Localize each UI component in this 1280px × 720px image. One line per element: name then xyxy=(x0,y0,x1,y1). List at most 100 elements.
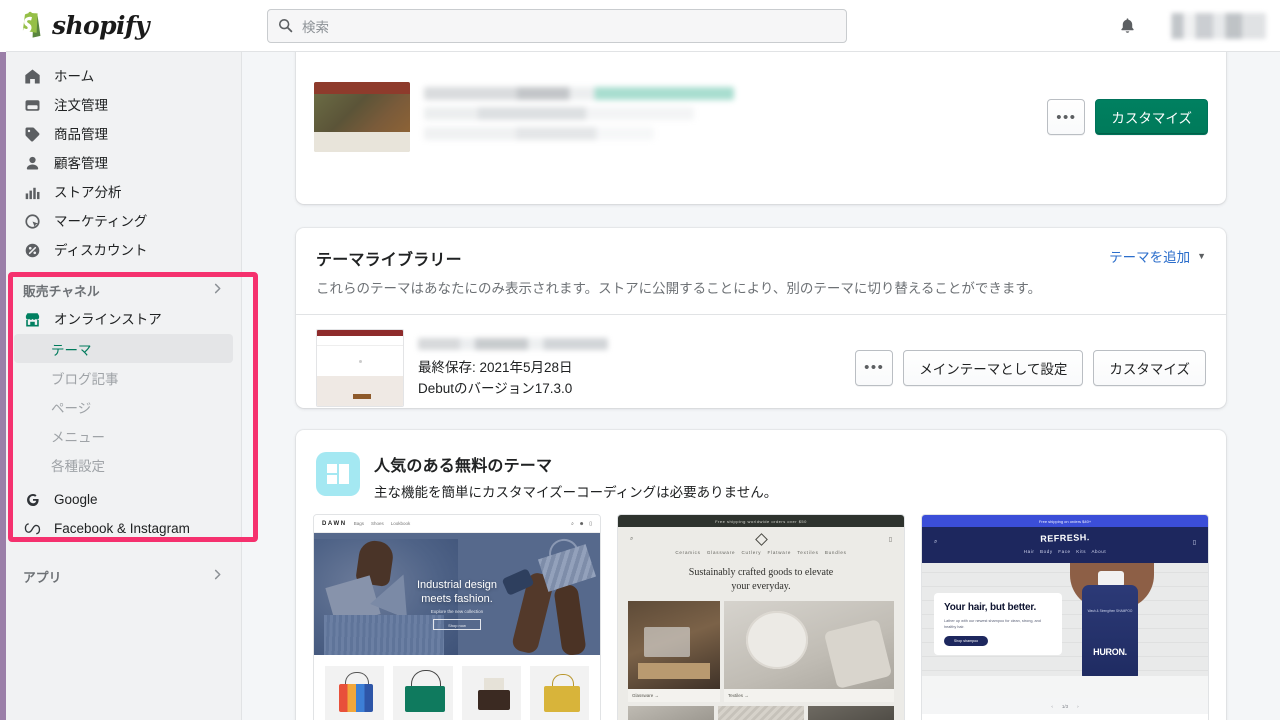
sidebar-item-marketing[interactable]: マーケティング xyxy=(14,207,233,236)
sidebar-item-analytics[interactable]: ストア分析 xyxy=(14,178,233,207)
free-theme-card-dawn[interactable]: DAWN Bags Shoes Lookbook ⌕ ☻ ▯ Industria… xyxy=(313,514,601,720)
refresh-pager: ‹ 1/3 › xyxy=(922,698,1208,714)
sidebar-item-customers[interactable]: 顧客管理 xyxy=(14,149,233,178)
library-theme-meta: 最終保存: 2021年5月28日 Debutのバージョン17.3.0 xyxy=(418,336,608,400)
sidebar-item-home[interactable]: ホーム xyxy=(14,62,233,91)
dawn-product-4 xyxy=(529,666,589,720)
craft-thumb-1 xyxy=(628,706,714,720)
search-icon xyxy=(278,18,293,33)
craft-thumb-3 xyxy=(808,706,894,720)
craft-hero-heading: Sustainably crafted goods to elevate you… xyxy=(618,566,904,593)
orders-inbox-icon xyxy=(23,96,42,115)
refresh-nav-link-5: About xyxy=(1091,549,1107,554)
sidebar-apps-label: アプリ xyxy=(23,569,62,585)
craft-caption-2: Textiles → xyxy=(724,689,894,702)
cart-icon: ▯ xyxy=(589,520,592,527)
dawn-hero-line1: Industrial design xyxy=(416,579,498,591)
sidebar-nav: ホーム 注文管理 商品管理 顧客管理 ストア分析 マーケティング ディスカウント… xyxy=(6,52,258,720)
library-theme-actions: ••• メインテーマとして設定 カスタマイズ xyxy=(855,349,1206,386)
sidebar-item-themes-label: テーマ xyxy=(51,342,92,358)
current-theme-actions: ••• カスタマイズ xyxy=(1047,99,1208,135)
chevron-right-icon xyxy=(211,282,224,298)
refresh-logo: REFRESH. xyxy=(1040,532,1090,544)
global-search[interactable]: 検索 xyxy=(267,8,847,43)
sidebar-item-pages[interactable]: ページ xyxy=(14,392,233,421)
sidebar-item-blog-posts[interactable]: ブログ記事 xyxy=(14,363,233,392)
craft-hero-line2: your everyday. xyxy=(731,580,791,592)
dawn-nav-link-1: Bags xyxy=(353,521,364,526)
sidebar-item-analytics-label: ストア分析 xyxy=(54,184,122,200)
sidebar-item-customers-label: 顧客管理 xyxy=(54,155,108,171)
current-theme-more-button[interactable]: ••• xyxy=(1047,99,1086,135)
sidebar-item-blog-posts-label: ブログ記事 xyxy=(51,371,119,387)
chevron-left-icon: ‹ xyxy=(1051,703,1053,709)
free-theme-card-refresh[interactable]: Free shipping on orders $40+ ⌕ ▯ REFRESH… xyxy=(921,514,1209,720)
current-theme-meta xyxy=(424,87,1047,147)
add-theme-button[interactable]: テーマを追加 ▼ xyxy=(1109,246,1206,266)
account-menu[interactable] xyxy=(1156,12,1266,39)
window-edge-strip-top xyxy=(0,0,6,52)
library-theme-set-main-button[interactable]: メインテーマとして設定 xyxy=(903,349,1084,386)
search-icon: ⌕ xyxy=(630,536,634,542)
bell-icon xyxy=(1120,17,1134,33)
sidebar-item-navigation-label: メニュー xyxy=(51,429,105,445)
craft-announcement: Free shipping worldwide orders over $50 xyxy=(618,515,904,527)
library-theme-more-button[interactable]: ••• xyxy=(855,349,894,386)
account-icon: ☻ xyxy=(578,520,585,527)
sidebar-item-google[interactable]: Google xyxy=(14,485,233,514)
sidebar-divider xyxy=(6,265,241,275)
craft-nav-link-1: Ceramics xyxy=(675,550,701,555)
craft-preview-top: ⌕ ▯ xyxy=(618,527,904,546)
dawn-nav-link-2: Shoes xyxy=(371,521,384,526)
free-theme-card-craft[interactable]: Free shipping worldwide orders over $50 … xyxy=(617,514,905,720)
theme-library-title: テーマライブラリー xyxy=(316,252,462,269)
search-input[interactable]: 検索 xyxy=(267,8,847,43)
current-theme-detail-redacted xyxy=(424,107,694,120)
library-theme-thumbnail xyxy=(316,328,404,407)
sidebar-item-discounts-label: ディスカウント xyxy=(54,242,148,258)
library-theme-customize-button[interactable]: カスタマイズ xyxy=(1093,349,1206,386)
shopify-logo[interactable]: shopify xyxy=(0,0,240,52)
discount-percent-icon xyxy=(23,241,42,260)
refresh-foam xyxy=(922,676,1208,698)
craft-grid-cell-2: Textiles → xyxy=(724,601,894,702)
theme-library-description: これらのテーマはあなたにのみ表示されます。ストアに公開することにより、別のテーマ… xyxy=(316,281,1042,296)
sidebar-item-facebook-instagram[interactable]: Facebook & Instagram xyxy=(14,514,233,543)
sidebar-section-sales-channels[interactable]: 販売チャネル xyxy=(14,275,233,305)
sidebar-item-navigation[interactable]: メニュー xyxy=(14,421,233,450)
refresh-product-label: Wash & Strengthen SHAMPOO xyxy=(1087,609,1133,613)
sidebar-item-home-label: ホーム xyxy=(54,68,95,84)
sidebar-item-orders-label: 注文管理 xyxy=(54,97,108,113)
marketing-target-icon xyxy=(23,212,42,231)
theme-library-card: テーマライブラリー テーマを追加 ▼ これらのテーマはあなたにのみ表示されます。… xyxy=(296,228,1226,408)
sidebar-item-online-store[interactable]: オンラインストア xyxy=(14,305,233,334)
theme-library-header: テーマライブラリー テーマを追加 ▼ xyxy=(296,228,1226,270)
library-theme-version: Debutのバージョン17.3.0 xyxy=(418,380,573,396)
sidebar-item-discounts[interactable]: ディスカウント xyxy=(14,236,233,265)
sidebar-item-themes[interactable]: テーマ xyxy=(14,334,233,363)
dawn-product-1 xyxy=(325,666,385,720)
sidebar-item-orders[interactable]: 注文管理 xyxy=(14,91,233,120)
sales-channels-label: 販売チャネル xyxy=(23,283,100,299)
refresh-hero-button-label: Shop shampoo xyxy=(953,639,979,644)
dawn-hero-line2: meets fashion. xyxy=(421,592,493,605)
sidebar-item-products[interactable]: 商品管理 xyxy=(14,120,233,149)
craft-grid-cell-1: Glassware → xyxy=(628,601,720,702)
current-theme-customize-button[interactable]: カスタマイズ xyxy=(1095,99,1208,135)
craft-hero-line1: Sustainably crafted goods to elevate xyxy=(688,567,834,578)
search-icon: ⌕ xyxy=(571,520,574,527)
refresh-pager-label: 1/3 xyxy=(1061,703,1069,709)
chevron-right-icon xyxy=(211,568,224,584)
current-theme-name-redacted xyxy=(424,87,734,100)
search-placeholder: 検索 xyxy=(302,19,329,35)
product-tag-icon xyxy=(23,125,42,144)
free-themes-header: 人気のある無料のテーマ 主な機能を簡単にカスタマイズーコーディングは必要ありませ… xyxy=(296,430,1226,501)
dawn-product-3 xyxy=(461,666,521,720)
sidebar-item-preferences[interactable]: 各種設定 xyxy=(14,450,233,479)
free-themes-subtitle: 主な機能を簡単にカスタマイズーコーディングは必要ありません。 xyxy=(374,485,778,500)
sidebar-item-marketing-label: マーケティング xyxy=(54,213,148,229)
dawn-hero-button: Shop now xyxy=(433,619,481,630)
sidebar-section-apps[interactable]: アプリ xyxy=(14,561,233,591)
notifications-button[interactable] xyxy=(1112,11,1142,41)
cart-icon: ▯ xyxy=(888,537,892,543)
